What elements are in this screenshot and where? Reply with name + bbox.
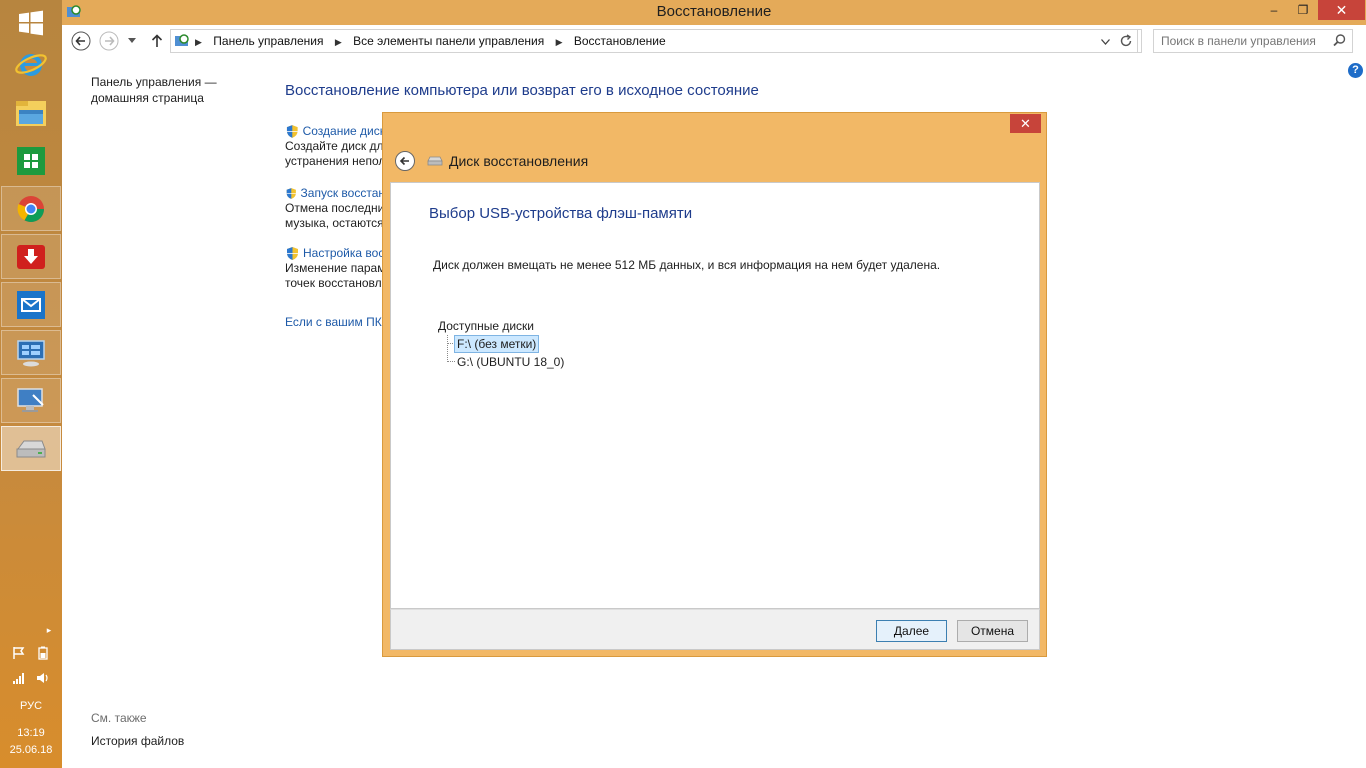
create-recovery-drive-label: Создание диск	[302, 124, 385, 138]
left-navigation-pane: Панель управления — домашняя страница	[91, 74, 261, 106]
window-titlebar: Восстановление – ❐ ✕	[62, 0, 1366, 25]
minimize-button[interactable]: –	[1261, 0, 1287, 20]
breadcrumb-item-all-items[interactable]: Все элементы панели управления	[353, 34, 544, 48]
clock-date[interactable]: 25.06.18	[0, 744, 62, 756]
forward-button[interactable]	[98, 30, 120, 52]
mail-icon	[17, 290, 45, 319]
store-icon	[17, 146, 45, 175]
page-title: Восстановление компьютера или возврат ег…	[285, 82, 759, 99]
start-button[interactable]	[1, 0, 61, 45]
breadcrumb-item-recovery[interactable]: Восстановление	[574, 34, 666, 48]
remote-desktop-icon	[17, 387, 44, 412]
next-button[interactable]: Далее	[876, 620, 947, 642]
taskbar-ie[interactable]	[1, 41, 61, 86]
tree-connector	[447, 361, 455, 362]
cancel-button[interactable]: Отмена	[957, 620, 1028, 642]
taskbar-chrome[interactable]	[1, 186, 61, 231]
refresh-icon	[1120, 34, 1131, 47]
task-configure-restore: Настройка вос Изменение парам точек восс…	[285, 246, 385, 291]
task-system-restore: Запуск восстан Отмена последни музыка, о…	[285, 186, 385, 231]
task-description: музыка, остаются	[285, 216, 384, 230]
file-explorer-icon	[16, 100, 46, 126]
taskbar-remote-desktop[interactable]	[1, 378, 61, 423]
drive-icon	[427, 156, 443, 166]
configure-system-restore-label: Настройка вос	[303, 246, 385, 260]
chevron-down-icon	[128, 38, 136, 43]
dialog-title: Диск восстановления	[427, 153, 588, 169]
open-system-restore-label: Запуск восстан	[300, 186, 385, 200]
taskbar: ▸ РУС 13:19 25.06.18	[0, 0, 62, 768]
taskbar-store[interactable]	[1, 138, 61, 183]
language-indicator[interactable]: РУС	[0, 700, 62, 712]
task-description: Изменение парам	[285, 261, 385, 275]
task-description: точек восстановл	[285, 276, 382, 290]
recovery-drive-icon	[16, 440, 46, 457]
dialog-content: Выбор USB-устройства флэш-памяти Диск до…	[390, 182, 1040, 609]
back-button[interactable]	[70, 30, 92, 52]
dialog-back-button[interactable]	[395, 151, 415, 171]
configure-system-restore-link[interactable]: Настройка вос	[285, 246, 385, 261]
create-recovery-drive-link[interactable]: Создание диск	[285, 124, 385, 139]
control-panel-home-link[interactable]: Панель управления — домашняя страница	[91, 74, 221, 106]
dialog-title-text: Диск восстановления	[449, 153, 589, 169]
uac-shield-icon	[286, 125, 298, 138]
task-description: Отмена последни	[285, 201, 385, 215]
control-panel-icon	[17, 339, 45, 366]
action-center-flag-icon[interactable]	[10, 645, 28, 661]
up-button[interactable]	[146, 30, 168, 52]
address-history-chevron-icon[interactable]	[1101, 39, 1110, 45]
task-description: Создайте диск для	[285, 139, 385, 153]
search-icon[interactable]	[1333, 34, 1346, 47]
tree-connector	[447, 335, 448, 362]
drive-item-g[interactable]: G:\ (UBUNTU 18_0)	[455, 354, 566, 370]
battery-icon[interactable]	[34, 645, 52, 661]
pc-issues-link[interactable]: Если с вашим ПК	[285, 315, 385, 330]
search-input[interactable]	[1154, 30, 1324, 52]
task-description: устранения непол	[285, 154, 385, 168]
download-icon	[17, 244, 45, 269]
recent-locations-dropdown[interactable]	[124, 30, 140, 52]
refresh-button[interactable]	[1114, 29, 1138, 53]
back-arrow-icon	[399, 156, 409, 166]
forward-arrow-icon	[99, 31, 119, 51]
breadcrumb: ▶ Панель управления ▶ Все элементы панел…	[195, 34, 666, 48]
address-bar[interactable]: ▶ Панель управления ▶ Все элементы панел…	[170, 29, 1142, 53]
taskbar-download[interactable]	[1, 234, 61, 279]
network-signal-icon[interactable]	[10, 670, 28, 686]
available-drives-label: Доступные диски	[438, 319, 534, 333]
maximize-button[interactable]: ❐	[1290, 0, 1316, 20]
drive-item-f[interactable]: F:\ (без метки)	[454, 335, 540, 353]
task-pc-issues: Если с вашим ПК	[285, 315, 385, 330]
breadcrumb-item-control-panel[interactable]: Панель управления	[213, 34, 323, 48]
taskbar-explorer[interactable]	[1, 90, 61, 135]
dialog-close-button[interactable]: ✕	[1010, 114, 1041, 133]
chrome-icon	[17, 195, 45, 222]
taskbar-control-panel[interactable]	[1, 330, 61, 375]
back-arrow-icon	[71, 31, 91, 51]
help-button[interactable]: ?	[1348, 63, 1363, 78]
search-box	[1153, 29, 1353, 53]
file-history-link[interactable]: История файлов	[91, 734, 184, 748]
uac-shield-icon	[286, 188, 296, 199]
taskbar-recovery-drive[interactable]	[1, 426, 61, 471]
up-arrow-icon	[151, 34, 163, 47]
taskbar-mail[interactable]	[1, 282, 61, 327]
uac-shield-icon	[287, 247, 298, 260]
control-panel-small-icon	[175, 34, 189, 46]
volume-icon[interactable]	[34, 670, 52, 686]
dialog-footer: Далее Отмена	[390, 609, 1040, 650]
recovery-drive-dialog: ✕ Диск восстановления Выбор USB-устройст…	[382, 112, 1047, 657]
clock-time[interactable]: 13:19	[0, 727, 62, 739]
close-button[interactable]: ✕	[1318, 0, 1365, 20]
open-system-restore-link[interactable]: Запуск восстан	[285, 186, 385, 201]
window-title: Восстановление	[656, 3, 772, 20]
internet-explorer-icon	[15, 53, 47, 76]
navigation-bar: ▶ Панель управления ▶ Все элементы панел…	[62, 25, 1366, 57]
start-icon	[19, 10, 43, 35]
task-create-recovery-drive: Создание диск Создайте диск для устранен…	[285, 124, 385, 169]
show-hidden-icons-button[interactable]: ▸	[40, 622, 58, 638]
see-also-heading: См. также	[91, 711, 147, 725]
instruction-text: Диск должен вмещать не менее 512 МБ данн…	[433, 258, 941, 272]
step-title: Выбор USB-устройства флэш-памяти	[429, 205, 693, 222]
